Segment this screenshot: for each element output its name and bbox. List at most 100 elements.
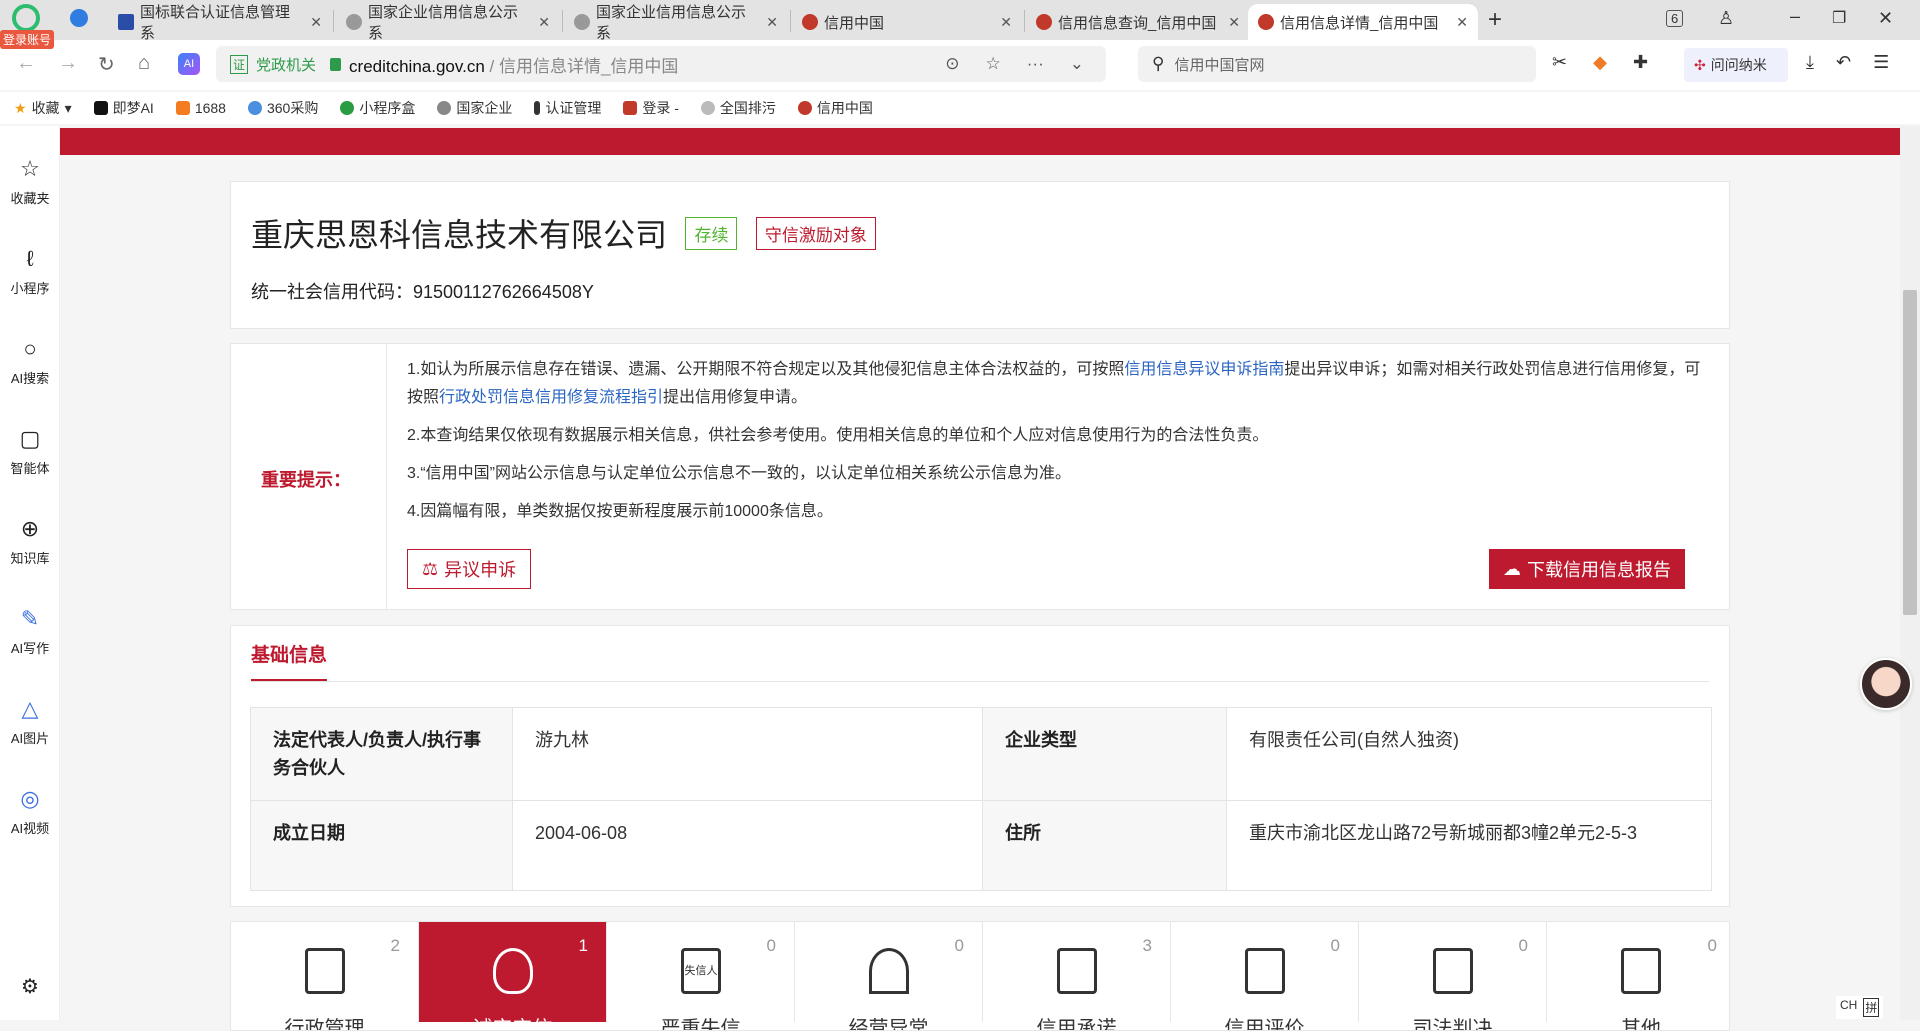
- search-input[interactable]: ⚲ 信用中国官网: [1138, 46, 1536, 82]
- tab-title: 国家企业信用信息公示系: [596, 4, 747, 42]
- tab[interactable]: 信用信息查询_信用中国 ✕: [1026, 4, 1250, 40]
- close-icon[interactable]: ✕: [1000, 14, 1012, 31]
- site-header: [60, 128, 1900, 155]
- settings-icon[interactable]: ⚙: [0, 974, 60, 999]
- category-label: 其他: [1621, 1018, 1661, 1031]
- bookmark[interactable]: 即梦AI: [93, 98, 154, 118]
- category-count: 0: [766, 936, 776, 955]
- field-label: 法定代表人/负责人/执行事务合伙人: [250, 707, 513, 801]
- sidebar-item-knowledge[interactable]: ⊕ 知识库: [0, 516, 60, 567]
- tab[interactable]: 国家企业信用信息公示系 ✕: [336, 4, 560, 42]
- tab[interactable]: 信用中国 ✕: [792, 4, 1022, 40]
- login-badge[interactable]: 登录账号: [0, 30, 55, 49]
- category-commitment[interactable]: 3 信用承诺: [983, 922, 1171, 1030]
- ime-lang: CH: [1840, 998, 1858, 1012]
- bookmark[interactable]: 认证管理: [534, 98, 601, 118]
- tab-title: 信用信息查询_信用中国: [1058, 14, 1217, 32]
- globe-icon: [574, 14, 590, 30]
- bulb-icon[interactable]: ⊙: [945, 54, 959, 74]
- tab-title: 国家企业信用信息公示系: [368, 4, 519, 42]
- close-icon[interactable]: ✕: [766, 14, 778, 31]
- close-icon[interactable]: ✕: [1456, 14, 1468, 31]
- objection-button[interactable]: ⚖ 异议申诉: [407, 549, 532, 589]
- extensions-icon[interactable]: ✚: [1633, 52, 1648, 73]
- new-tab-button[interactable]: +: [1488, 6, 1502, 34]
- sidebar-item-ai-search[interactable]: ○ AI搜索: [0, 336, 60, 387]
- category-abnormal[interactable]: 0 经营异常: [795, 922, 983, 1030]
- close-icon[interactable]: ✕: [538, 14, 550, 31]
- menu-icon[interactable]: ☰: [1873, 52, 1889, 73]
- bookmark-label: 信用中国: [816, 100, 873, 116]
- scissors-icon[interactable]: ✂: [1552, 52, 1567, 73]
- bookmark[interactable]: 小程序盒: [340, 98, 415, 118]
- credit-repair-guide-link[interactable]: 行政处罚信息信用修复流程指引: [439, 389, 663, 406]
- chevron-down-icon[interactable]: ⌄: [1070, 54, 1084, 74]
- notice-item: 3.“信用中国”网站公示信息与认定单位公示信息不一致的，以认定单位相关系统公示信…: [407, 465, 1072, 482]
- sidebar-item-agents[interactable]: ▢ 智能体: [0, 426, 60, 477]
- emblem-icon: [1258, 14, 1274, 30]
- field-value: 重庆市渝北区龙山路72号新城丽都3幢2单元2-5-3: [1226, 800, 1712, 891]
- tab-active[interactable]: 信用信息详情_信用中国 ✕: [1248, 4, 1478, 40]
- category-other[interactable]: 0 其他: [1547, 922, 1729, 1030]
- forward-icon[interactable]: →: [58, 52, 78, 75]
- sidebar-item-ai-video[interactable]: ◎ AI视频: [0, 786, 60, 837]
- sidebar-item-ai-image[interactable]: △ AI图片: [0, 696, 60, 747]
- category-admin[interactable]: 2 行政管理: [231, 922, 419, 1030]
- ime-tray[interactable]: CH 拼: [1836, 996, 1884, 1019]
- game-icon[interactable]: ◆: [1593, 52, 1607, 73]
- tab[interactable]: 国标联合认证信息管理系 ✕: [108, 4, 332, 42]
- browser-logo[interactable]: [12, 4, 40, 32]
- home-icon[interactable]: ⌂: [138, 52, 150, 75]
- scrollbar-thumb[interactable]: [1903, 290, 1917, 615]
- bookmark[interactable]: 1688: [175, 100, 226, 116]
- category-honest[interactable]: 1 诚实守信: [419, 922, 607, 1030]
- download-icon[interactable]: ⤓: [1806, 52, 1814, 73]
- more-icon[interactable]: ···: [1027, 54, 1044, 74]
- skin-icon[interactable]: ♙: [1718, 8, 1734, 29]
- objection-guide-link[interactable]: 信用信息异议申诉指南: [1124, 361, 1284, 378]
- category-evaluation[interactable]: 0 信用评价: [1171, 922, 1359, 1030]
- sidebar-label: AI写作: [10, 641, 50, 656]
- bookmark-favorites[interactable]: ★ 收藏 ▾: [14, 98, 72, 118]
- bookmark[interactable]: 360采购: [247, 98, 319, 118]
- reload-icon[interactable]: ↻: [98, 52, 115, 77]
- back-icon[interactable]: ←: [16, 52, 36, 75]
- bookmark[interactable]: 国家企业: [437, 98, 512, 118]
- undo-icon[interactable]: ↶: [1836, 52, 1851, 73]
- pinned-tab[interactable]: [70, 9, 88, 27]
- close-icon[interactable]: ✕: [1228, 14, 1240, 31]
- star-icon[interactable]: ☆: [986, 54, 1001, 74]
- category-count: 3: [1142, 936, 1152, 955]
- ime-mode: 拼: [1863, 998, 1880, 1017]
- tab[interactable]: 国家企业信用信息公示系 ✕: [564, 4, 788, 42]
- table-row: 成立日期 2004-06-08 住所 重庆市渝北区龙山路72号新城丽都3幢2单元2-5…: [250, 800, 1712, 891]
- sidebar-label: AI视频: [10, 821, 50, 836]
- bookmark-label: 360采购: [266, 100, 319, 116]
- lock-icon: [330, 57, 342, 71]
- button-label: 下载信用信息报告: [1527, 560, 1671, 580]
- close-window-button[interactable]: ✕: [1878, 8, 1893, 29]
- bookmark[interactable]: 信用中国: [797, 98, 873, 118]
- category-dishonest[interactable]: 0 失信人 严重失信: [607, 922, 795, 1030]
- sidebar-item-miniapps[interactable]: ℓ 小程序: [0, 246, 60, 297]
- cert-icon: [118, 14, 134, 30]
- download-report-button[interactable]: ☁ 下载信用信息报告: [1489, 549, 1685, 589]
- assistant-avatar[interactable]: [1860, 658, 1912, 710]
- category-count: 0: [1707, 936, 1717, 955]
- ai-assistant-button[interactable]: ✣ 问问纳米: [1684, 48, 1788, 82]
- bookmark[interactable]: 登录 -: [623, 98, 679, 118]
- minimize-button[interactable]: –: [1790, 6, 1800, 27]
- category-judicial[interactable]: 0 司法判决: [1359, 922, 1547, 1030]
- credit-code-label: 统一社会信用代码：: [251, 282, 413, 302]
- sidebar-item-ai-writing[interactable]: ✎ AI写作: [0, 606, 60, 657]
- restore-button[interactable]: ❐: [1832, 8, 1846, 28]
- address-bar[interactable]: 证 党政机关 creditchina.gov.cn / 信用信息详情_信用中国 …: [216, 46, 1106, 82]
- close-icon[interactable]: ✕: [310, 14, 322, 31]
- cert-badge: 证: [230, 54, 249, 74]
- other-document-icon: [1621, 948, 1661, 994]
- tab-count[interactable]: 6: [1666, 10, 1684, 27]
- sidebar-item-favorites[interactable]: ☆ 收藏夹: [0, 156, 60, 207]
- tab-basic-info[interactable]: 基础信息: [251, 640, 328, 682]
- bookmark[interactable]: 全国排污: [700, 98, 776, 118]
- ai-icon[interactable]: AI: [178, 53, 200, 75]
